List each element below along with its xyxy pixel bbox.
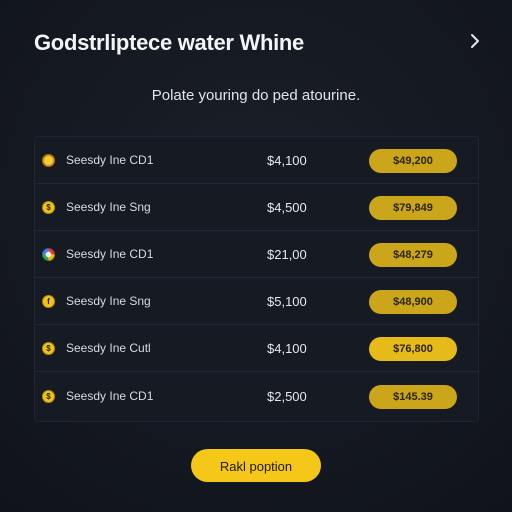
row-action-button[interactable]: $145.39 bbox=[369, 385, 457, 409]
row-action-button[interactable]: $48,279 bbox=[369, 243, 457, 267]
row-price: $4,100 bbox=[267, 153, 307, 168]
table-row[interactable]: Seesdy Ine CD1 $21,00 $48,279 bbox=[35, 231, 478, 278]
coin-icon bbox=[42, 154, 55, 167]
coin-icon: $ bbox=[42, 342, 55, 355]
row-price: $4,100 bbox=[267, 341, 307, 356]
primary-action-button[interactable]: Rakl poption bbox=[191, 449, 321, 482]
row-price: $21,00 bbox=[267, 247, 307, 262]
google-icon bbox=[42, 248, 55, 261]
table-row[interactable]: $ Seesdy Ine CD1 $2,500 $145.39 bbox=[35, 373, 478, 419]
app-screen: Godstrliptece water Whine Polate youring… bbox=[0, 0, 512, 512]
row-action-button[interactable]: $79,849 bbox=[369, 196, 457, 220]
price-table: Seesdy Ine CD1 $4,100 $49,200 $ Seesdy I… bbox=[34, 136, 479, 422]
row-name: Seesdy Ine CD1 bbox=[66, 389, 154, 403]
row-action-button[interactable]: $76,800 bbox=[369, 337, 457, 361]
table-row[interactable]: f Seesdy Ine Sng $5,100 $48,900 bbox=[35, 278, 478, 325]
page-title: Godstrliptece water Whine bbox=[34, 30, 304, 55]
row-price: $4,500 bbox=[267, 200, 307, 215]
row-name: Seesdy Ine Cutl bbox=[66, 341, 151, 355]
row-price: $2,500 bbox=[267, 389, 307, 404]
table-row[interactable]: Seesdy Ine CD1 $4,100 $49,200 bbox=[35, 137, 478, 184]
row-action-button[interactable]: $49,200 bbox=[369, 149, 457, 173]
header: Godstrliptece water Whine bbox=[34, 28, 484, 60]
row-name: Seesdy Ine Sng bbox=[66, 200, 151, 214]
coin-icon: f bbox=[42, 295, 55, 308]
table-row[interactable]: $ Seesdy Ine Sng $4,500 $79,849 bbox=[35, 184, 478, 231]
row-name: Seesdy Ine Sng bbox=[66, 294, 151, 308]
row-price: $5,100 bbox=[267, 294, 307, 309]
page-subtitle: Polate youring do ped atourine. bbox=[151, 87, 361, 104]
row-name: Seesdy Ine CD1 bbox=[66, 153, 154, 167]
table-row[interactable]: $ Seesdy Ine Cutl $4,100 $76,800 bbox=[35, 325, 478, 372]
row-name: Seesdy Ine CD1 bbox=[66, 247, 154, 261]
coin-icon: $ bbox=[42, 390, 55, 403]
row-action-button[interactable]: $48,900 bbox=[369, 290, 457, 314]
coin-icon: $ bbox=[42, 201, 55, 214]
chevron-right-icon[interactable] bbox=[466, 32, 484, 50]
